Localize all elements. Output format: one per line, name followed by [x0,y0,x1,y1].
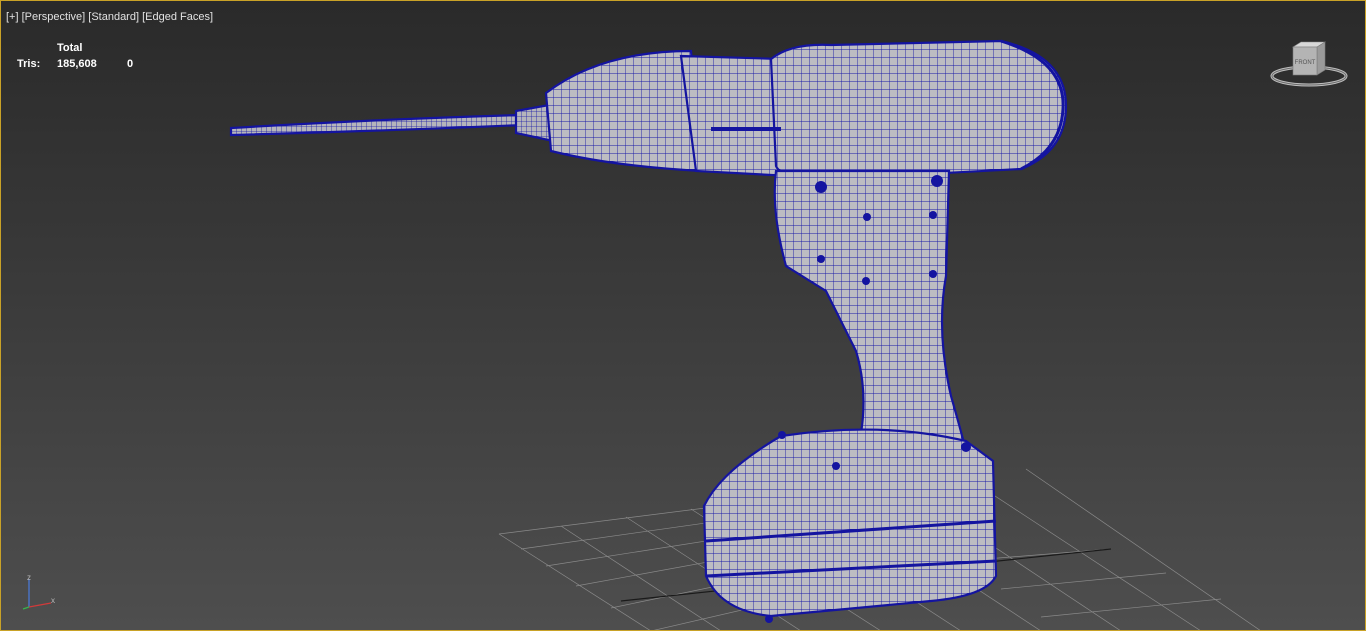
stats-header: Total [57,42,83,54]
viewport-general-menu[interactable]: [+] [6,11,19,23]
perspective-viewport[interactable]: [+] [Perspective] [Standard] [Edged Face… [0,0,1366,631]
viewport-display-menu[interactable]: [Edged Faces] [142,11,213,23]
viewport-point-of-view-menu[interactable]: [Perspective] [22,11,86,23]
viewport-shading-menu[interactable]: [Standard] [88,11,139,23]
viewcube-icon[interactable]: FRONT [1267,39,1351,91]
drill-model [229,39,1068,623]
scene-canvas[interactable] [1,1,1366,631]
stats-tris-selected: 0 [127,58,134,70]
stats-tris-total: 185,608 [57,58,97,70]
axis-x-label: x [51,596,55,605]
viewcube-face-label: FRONT [1295,60,1316,66]
axis-tripod-icon: z x [22,573,55,610]
viewport-label-menu: [+] [Perspective] [Standard] [Edged Face… [6,11,213,23]
axis-z-label: z [27,573,31,582]
stats-tris-label: Tris: [17,58,41,70]
